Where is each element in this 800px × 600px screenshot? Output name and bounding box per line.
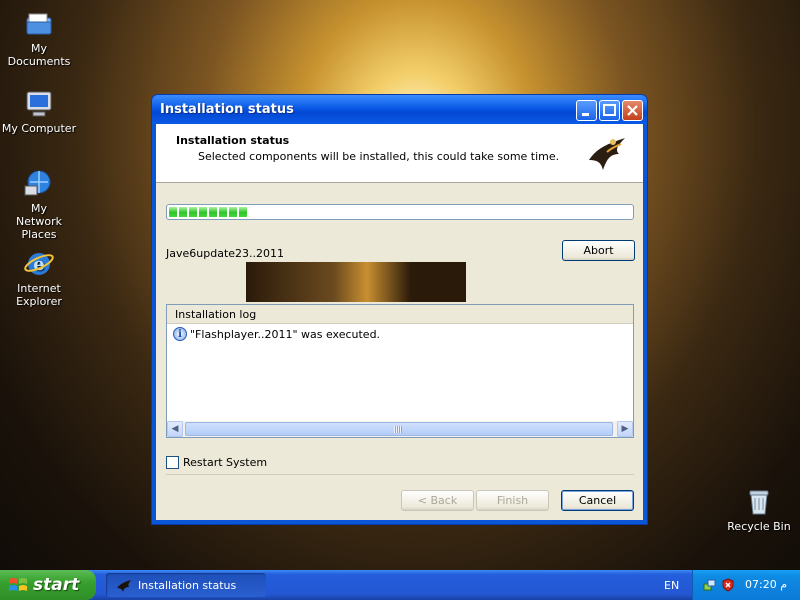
desktop-icon-recycle-bin[interactable]: Recycle Bin [720,486,798,533]
cancel-button[interactable]: Cancel [561,490,634,511]
eagle-logo-icon [589,138,625,170]
minimize-icon [582,113,589,116]
windows-flag-icon [9,578,27,591]
progress-block [169,207,177,217]
taskbar-item-installation-status[interactable]: Installation status [106,573,266,597]
my-documents-icon [26,13,52,35]
internet-explorer-icon: e [24,253,54,275]
current-component-label: Jave6update23..2011 [166,247,285,260]
desktop-icon-my-computer[interactable]: My Computer [0,88,78,135]
desktop-icon-label: My Documents [7,42,71,68]
title-bar[interactable]: Installation status [152,95,647,124]
maximize-button[interactable] [599,100,620,121]
header-subtitle: Selected components will be installed, t… [198,150,560,163]
info-icon: i [173,327,187,341]
log-entry-text: "Flashplayer..2011" was executed. [190,327,381,341]
clock: 07:20 م [745,578,788,591]
network-status-icon[interactable] [703,578,717,592]
scroll-thumb[interactable] [185,422,613,436]
taskbar-item-label: Installation status [138,578,237,592]
desktop-icon-label: My Computer [1,122,77,135]
progress-block [219,207,227,217]
start-label: start [33,575,80,595]
minimize-button[interactable] [576,100,597,121]
grip-icon [394,426,402,433]
window-title: Installation status [160,102,294,117]
desktop-icon-label: Recycle Bin [727,520,791,533]
restart-checkbox[interactable] [166,456,179,469]
scroll-right-button[interactable]: ▶ [617,421,633,437]
maximize-icon [603,104,616,116]
button-separator [166,474,634,475]
finish-button[interactable]: Finish [476,490,549,511]
system-tray: 07:20 م [692,570,800,600]
security-shield-icon[interactable] [721,578,735,592]
log-horizontal-scrollbar[interactable]: ◀ ▶ [167,421,633,437]
header-title: Installation status [176,134,290,147]
progress-block [199,207,207,217]
window-client-area: Installation status Selected components … [156,124,643,520]
progress-block [209,207,217,217]
installer-window: Installation status Installation status … [152,95,647,524]
log-header: Installation log [167,305,633,324]
language-indicator[interactable]: EN [664,579,679,592]
desktop-icon-label: My Network Places [16,202,62,241]
close-icon [627,105,638,116]
progress-fill [169,207,247,217]
abort-button[interactable]: Abort [562,240,635,261]
restart-system-option[interactable]: Restart System [166,456,267,469]
start-button[interactable]: start [0,570,96,600]
desktop-icon-my-documents[interactable]: My Documents [0,8,78,68]
network-places-icon [24,170,51,196]
installation-log-panel: Installation log i "Flashplayer..2011" w… [166,304,634,438]
desktop-icon-internet-explorer[interactable]: e Internet Explorer [0,248,78,308]
desktop-icon-label: Internet Explorer [16,282,62,308]
scroll-left-button[interactable]: ◀ [167,421,183,437]
progress-block [239,207,247,217]
my-computer-icon [26,91,52,117]
chevron-right-icon: ▶ [621,424,629,434]
chevron-left-icon: ◀ [171,424,179,434]
restart-label: Restart System [183,456,268,469]
desktop-icon-network-places[interactable]: My Network Places [0,168,78,241]
log-heading: Installation log [175,308,257,321]
render-artifact [246,262,466,302]
progress-block [179,207,187,217]
progress-block [229,207,237,217]
log-entry: i "Flashplayer..2011" was executed. [173,327,380,341]
back-button[interactable]: < Back [401,490,474,511]
recycle-bin-icon [749,490,769,515]
close-button[interactable] [622,100,643,121]
progress-block [189,207,197,217]
eagle-logo-icon [117,580,131,592]
install-progress-bar [166,204,634,220]
installer-header: Installation status Selected components … [156,124,643,183]
taskbar: start Installation status EN 07:20 م [0,570,800,600]
